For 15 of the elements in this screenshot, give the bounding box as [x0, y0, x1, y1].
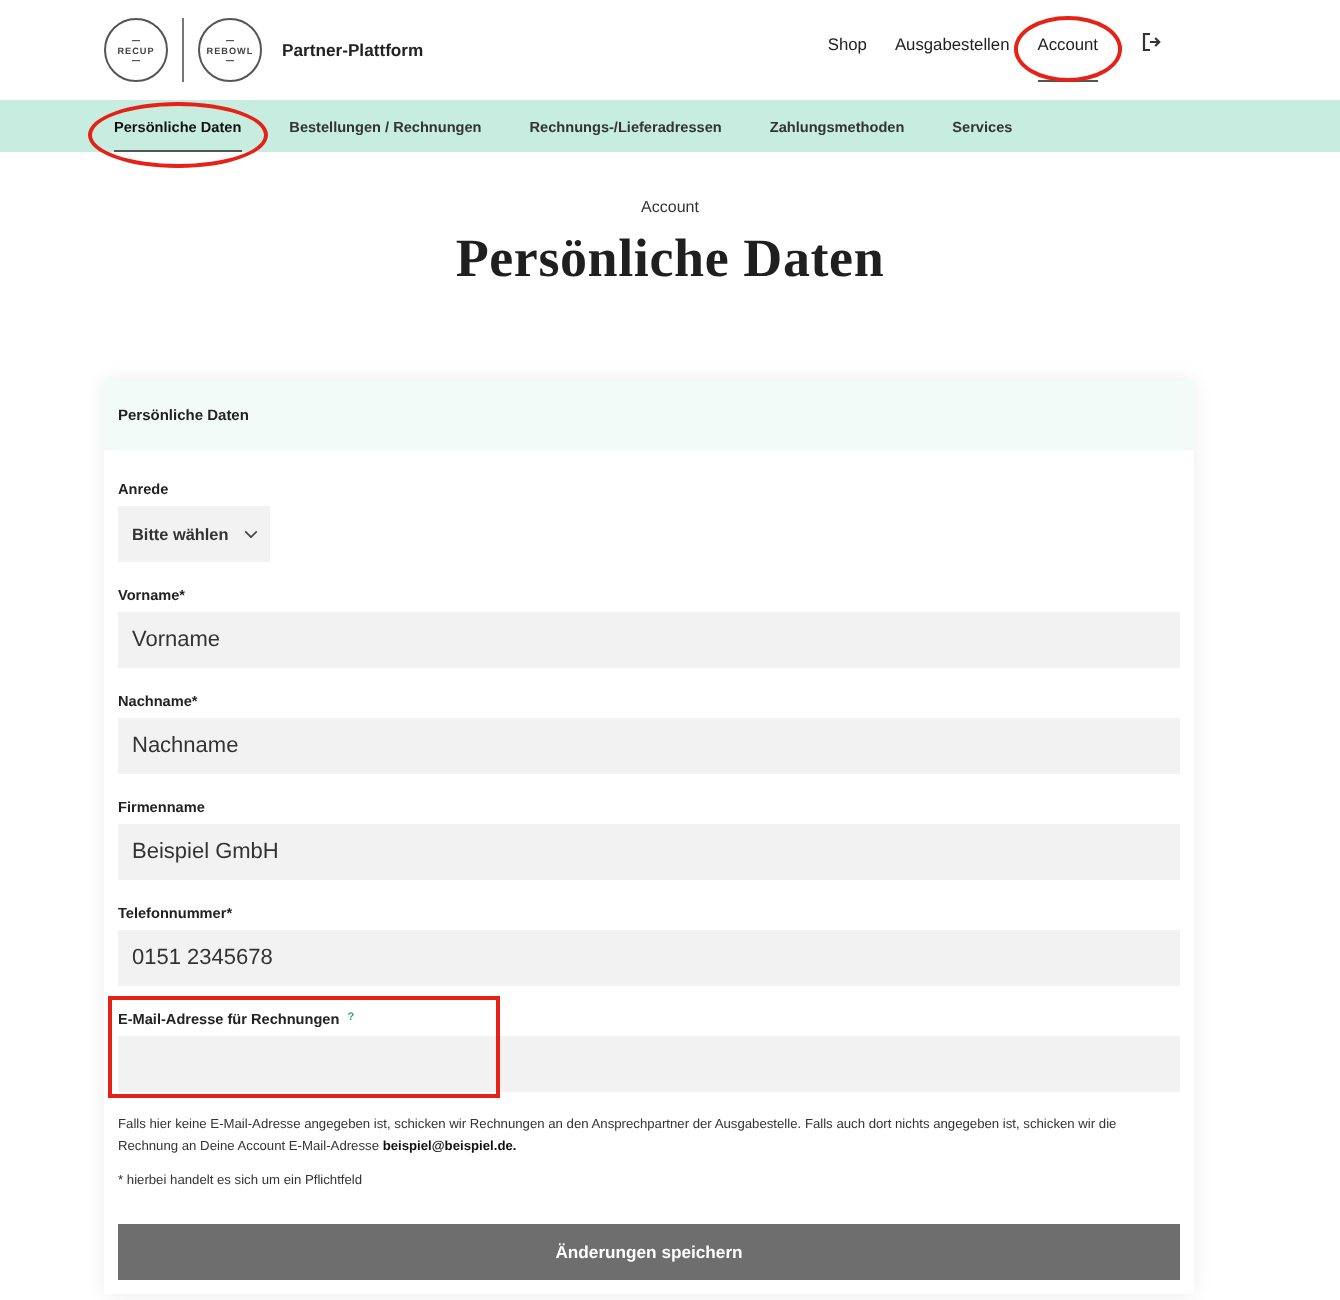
input-field[interactable]: Beispiel GmbH — [118, 824, 1180, 880]
chevron-down-icon — [244, 529, 259, 539]
page-title: Persönliche Daten — [453, 228, 887, 288]
nav-link[interactable]: Ausgabestellen — [894, 0, 1010, 82]
input-field[interactable]: Nachname — [118, 718, 1180, 774]
page-eyebrow: Account — [639, 196, 701, 220]
select-field[interactable]: Bitte wählen — [118, 506, 271, 562]
logout-icon[interactable] — [1142, 32, 1162, 52]
nav-link[interactable]: Shop — [827, 0, 867, 82]
input-field[interactable]: Vorname — [118, 612, 1180, 668]
nav-link[interactable]: Account — [1037, 0, 1098, 82]
input-field[interactable]: 0151 2345678 — [118, 930, 1180, 986]
input-field[interactable] — [118, 1036, 1180, 1092]
site-title: Partner-Plattform — [282, 40, 424, 60]
save-button[interactable]: Änderungen speichern — [118, 1224, 1180, 1280]
